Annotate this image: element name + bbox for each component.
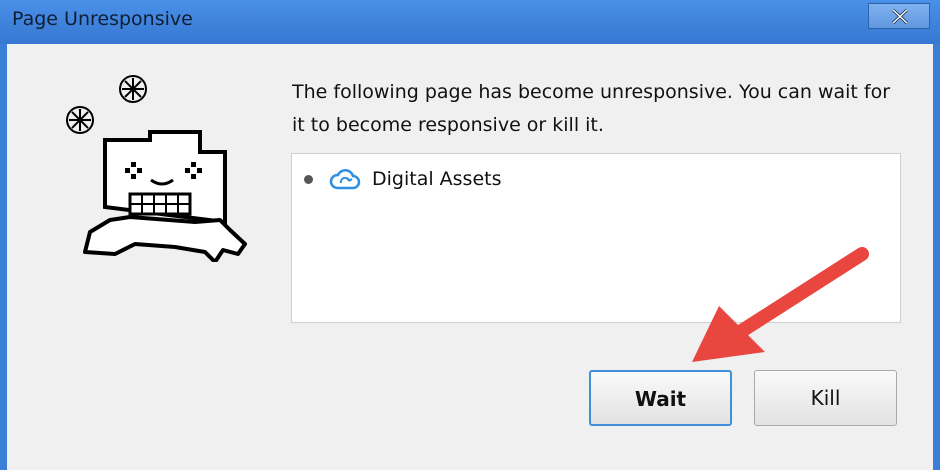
- close-icon: [891, 9, 909, 24]
- dialog-window: Page Unresponsive The following page has…: [0, 0, 940, 470]
- dialog-message: The following page has become unresponsi…: [292, 81, 891, 136]
- cloud-sync-icon: [329, 169, 361, 190]
- wait-button[interactable]: Wait: [589, 370, 732, 426]
- snowflake-icon: [119, 75, 147, 103]
- close-button[interactable]: [868, 3, 930, 29]
- dialog-content: The following page has become unresponsi…: [7, 44, 933, 470]
- frozen-tab-ghost-icon: [66, 75, 247, 262]
- bullet-icon: [304, 175, 313, 184]
- page-label: Digital Assets: [372, 168, 502, 190]
- snowflake-icon: [66, 106, 94, 134]
- window-title: Page Unresponsive: [12, 8, 193, 30]
- kill-button[interactable]: Kill: [754, 370, 897, 426]
- annotation-arrow-icon: [692, 247, 869, 362]
- title-bar[interactable]: Page Unresponsive: [0, 0, 940, 44]
